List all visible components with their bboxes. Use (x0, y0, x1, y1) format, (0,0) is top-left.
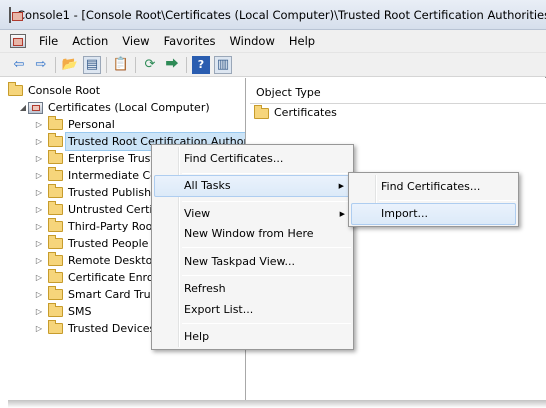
folder-icon (48, 269, 63, 283)
folder-icon (48, 133, 63, 147)
folder-icon (48, 320, 63, 334)
context-menu-help[interactable]: Help (154, 326, 351, 348)
expand-triangle-icon[interactable]: ▷ (34, 269, 44, 286)
menu-separator (182, 173, 351, 174)
expand-triangle-icon[interactable]: ▷ (34, 235, 44, 252)
toolbar-separator (106, 56, 107, 73)
list-item-label: Certificates (274, 106, 337, 119)
title-bar[interactable]: Console1 - [Console Root\Certificates (L… (0, 0, 546, 30)
tree-item-label: Trusted People (68, 237, 149, 250)
toolbar-separator (55, 56, 56, 73)
context-menu-refresh[interactable]: Refresh (154, 278, 351, 300)
context-menu-new-taskpad-view[interactable]: New Taskpad View... (154, 251, 351, 273)
menu-help[interactable]: Help (282, 30, 322, 53)
tree-item-certificates-local-computer[interactable]: ◢ Certificates (Local Computer) (18, 99, 210, 116)
submenu-find-certificates[interactable]: Find Certificates... (351, 176, 516, 198)
tree-item-label: Remote Desktop (68, 254, 160, 267)
mmc-app-icon (9, 6, 23, 23)
menu-separator (379, 200, 516, 201)
folder-icon (48, 201, 63, 215)
expand-triangle-icon[interactable]: ▷ (34, 150, 44, 167)
folder-icon (48, 303, 63, 317)
forward-arrow-icon[interactable]: ⇨ (32, 56, 50, 74)
context-menu-new-window-from-here[interactable]: New Window from Here (154, 223, 351, 245)
column-header-object-type[interactable]: Object Type (250, 82, 546, 104)
certificate-store-icon (28, 101, 43, 114)
context-menu-export-list[interactable]: Export List... (154, 299, 351, 321)
tree-item-label: Certificates (Local Computer) (48, 101, 210, 114)
expand-triangle-icon[interactable]: ▷ (34, 184, 44, 201)
tree-item-label: SMS (68, 305, 92, 318)
help-icon[interactable]: ? (192, 55, 210, 74)
submenu-import[interactable]: Import... (351, 203, 516, 225)
tree-item-console-root[interactable]: Console Root (8, 82, 100, 99)
tree-item-label: Enterprise Trust (68, 152, 155, 165)
list-item-certificates[interactable]: Certificates (254, 104, 337, 122)
folder-icon (48, 167, 63, 181)
tree-item-enterprise-trust[interactable]: ▷ Enterprise Trust (34, 150, 155, 167)
folder-icon (8, 82, 23, 96)
context-menu-label: All Tasks (184, 179, 231, 192)
menu-separator (182, 323, 351, 324)
expand-triangle-icon[interactable]: ▷ (34, 116, 44, 133)
menu-file[interactable]: File (32, 30, 65, 53)
menu-separator (182, 201, 351, 202)
back-arrow-icon[interactable]: ⇦ (10, 56, 28, 74)
folder-icon (48, 235, 63, 249)
refresh-icon[interactable]: ⟳ (141, 56, 159, 74)
tree-item-trusted-people[interactable]: ▷ Trusted People (34, 235, 148, 252)
all-tasks-submenu: Find Certificates... Import... (348, 172, 519, 227)
menu-action[interactable]: Action (65, 30, 115, 53)
expand-triangle-icon[interactable]: ▷ (34, 218, 44, 235)
show-hide-tree-icon[interactable]: ▤ (83, 55, 101, 74)
console-menu-icon[interactable] (10, 34, 26, 48)
menu-favorites[interactable]: Favorites (157, 30, 223, 53)
expand-triangle-icon[interactable]: ▷ (34, 133, 44, 150)
folder-icon (48, 116, 63, 130)
expand-triangle-icon[interactable]: ▷ (34, 167, 44, 184)
folder-icon (48, 286, 63, 300)
context-menu: Find Certificates... All Tasks ▶ View ▶ … (151, 144, 354, 350)
menu-bar: File Action View Favorites Window Help (0, 30, 546, 53)
expand-triangle-icon[interactable]: ▷ (34, 303, 44, 320)
menu-view[interactable]: View (115, 30, 156, 53)
folder-icon (254, 104, 269, 119)
folder-icon (48, 184, 63, 198)
tree-item-label: Console Root (28, 84, 101, 97)
expand-triangle-icon[interactable]: ▷ (34, 201, 44, 218)
collapse-triangle-icon[interactable]: ◢ (18, 99, 28, 116)
tree-item-trusted-devices[interactable]: ▷ Trusted Devices (34, 320, 155, 337)
export-list-icon[interactable]: ⮕ (163, 56, 181, 74)
tree-item-sms[interactable]: ▷ SMS (34, 303, 91, 320)
tree-item-label: Personal (68, 118, 115, 131)
menu-separator (182, 275, 351, 276)
expand-triangle-icon[interactable]: ▷ (34, 320, 44, 337)
folder-icon (48, 150, 63, 164)
menu-separator (182, 247, 351, 248)
context-menu-view[interactable]: View ▶ (154, 203, 351, 225)
tree-item-remote-desktop[interactable]: ▷ Remote Desktop (34, 252, 159, 269)
show-hide-action-pane-icon[interactable]: ▥ (214, 55, 232, 74)
context-menu-all-tasks[interactable]: All Tasks ▶ (154, 175, 351, 197)
menu-window[interactable]: Window (223, 30, 282, 53)
properties-icon[interactable]: 📋 (112, 56, 130, 74)
tree-item-personal[interactable]: ▷ Personal (34, 116, 115, 133)
toolbar-separator (186, 56, 187, 73)
context-menu-find-certificates[interactable]: Find Certificates... (154, 148, 351, 170)
window-shadow (8, 400, 546, 408)
tree-item-label: Trusted Devices (68, 322, 156, 335)
up-folder-icon[interactable]: 📂 (61, 56, 79, 74)
expand-triangle-icon[interactable]: ▷ (34, 286, 44, 303)
context-menu-label: View (184, 207, 211, 220)
folder-icon (48, 252, 63, 266)
tree-item-trusted-publishers[interactable]: ▷ Trusted Publishers (34, 184, 168, 201)
submenu-arrow-icon: ▶ (338, 182, 344, 190)
expand-triangle-icon[interactable]: ▷ (34, 252, 44, 269)
submenu-arrow-icon: ▶ (339, 210, 345, 218)
window-title: Console1 - [Console Root\Certificates (L… (17, 7, 546, 22)
toolbar-separator (135, 56, 136, 73)
folder-icon (48, 218, 63, 232)
toolbar: ⇦ ⇨ 📂 ▤ 📋 ⟳ ⮕ ? ▥ (0, 53, 546, 77)
